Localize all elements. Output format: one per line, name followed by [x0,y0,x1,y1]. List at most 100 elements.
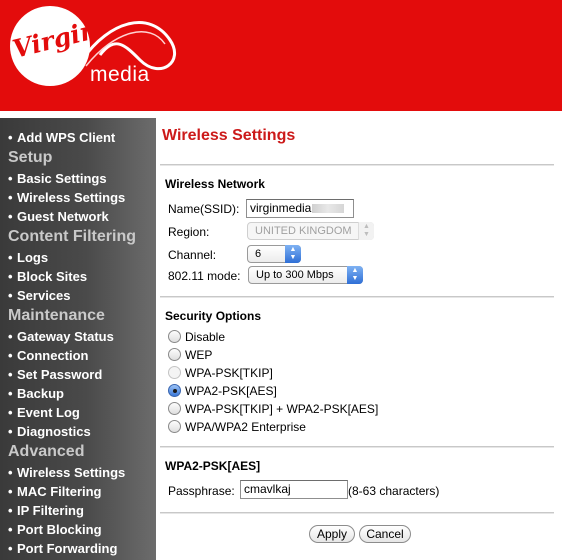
sidebar-item-label: Set Password [17,367,103,382]
bullet-icon: • [8,522,13,537]
sidebar-item-label: Diagnostics [17,424,91,439]
channel-select[interactable]: 6 ▲ ▼ [247,245,301,263]
sidebar-item-label: Services [17,288,71,303]
bullet-icon: • [8,484,13,499]
security-options-heading: Security Options [165,309,262,323]
sidebar-item-label: Basic Settings [17,171,107,186]
sidebar-item-diagnostics[interactable]: • Diagnostics [8,422,164,441]
ssid-value: virginmedia [250,201,312,215]
ssid-label: Name(SSID): [168,202,240,216]
sidebar-item-add-wps-client[interactable]: • Add WPS Client [8,128,164,147]
sidebar-item-guest-network[interactable]: • Guest Network [8,207,164,226]
cancel-button[interactable]: Cancel [359,525,411,543]
sidebar-item-advanced-wireless-settings[interactable]: • Wireless Settings [8,463,164,482]
select-arrows-icon: ▲ ▼ [358,222,374,240]
sidebar-item-port-forwarding[interactable]: • Port Forwarding [8,539,164,558]
sidebar-item-ip-filtering[interactable]: • IP Filtering [8,501,164,520]
radio-button[interactable] [168,348,181,361]
radio-label: WPA-PSK[TKIP] [185,366,273,380]
sidebar-item-backup[interactable]: • Backup [8,384,164,403]
sidebar-section-setup: Setup [8,149,53,166]
passphrase-input[interactable]: cmavlkaj [240,480,348,499]
sidebar-section-advanced: Advanced [8,443,85,460]
sidebar-item-label: Port Blocking [17,522,102,537]
sidebar: • Add WPS Client Setup • Basic Settings • W… [0,118,156,560]
sidebar-item-label: Event Log [17,405,80,420]
select-arrows-icon: ▲ ▼ [285,245,301,263]
bullet-icon: • [8,348,13,363]
bullet-icon: • [8,424,13,439]
sidebar-item-mac-filtering[interactable]: • MAC Filtering [8,482,164,501]
sidebar-item-logs[interactable]: • Logs [8,248,164,267]
wpa2-heading: WPA2-PSK[AES] [165,459,261,473]
header-divider [0,111,562,118]
logo-swoosh-icon [80,21,177,71]
radio-label: Disable [185,330,226,344]
sidebar-item-label: Guest Network [17,209,109,224]
bullet-icon: • [8,367,13,382]
sidebar-item-set-password[interactable]: • Set Password [8,365,164,384]
sidebar-item-label: Block Sites [17,269,88,284]
sidebar-item-block-sites[interactable]: • Block Sites [8,267,164,286]
security-option-wpa2-psk-aes[interactable]: WPA2-PSK[AES] [168,383,277,399]
bullet-icon: • [8,130,13,145]
radio-label: WPA-PSK[TKIP] + WPA2-PSK[AES] [185,402,379,416]
radio-button-selected[interactable] [168,384,181,397]
bullet-icon: • [8,329,13,344]
sidebar-item-wireless-settings[interactable]: • Wireless Settings [8,188,164,207]
radio-label: WPA2-PSK[AES] [185,384,277,398]
region-value: UNITED KINGDOM [255,225,352,237]
sidebar-item-connection[interactable]: • Connection [8,346,164,365]
divider [160,296,554,298]
security-option-enterprise[interactable]: WPA/WPA2 Enterprise [168,419,306,435]
mode-value: Up to 300 Mbps [256,269,334,281]
radio-button[interactable] [168,330,181,343]
sidebar-item-label: Logs [17,250,49,265]
passphrase-label: Passphrase: [168,484,235,498]
security-option-wpa-wpa2-mixed[interactable]: WPA-PSK[TKIP] + WPA2-PSK[AES] [168,401,378,417]
bullet-icon: • [8,503,13,518]
ssid-input[interactable]: virginmedia [246,199,354,218]
sidebar-item-label: Add WPS Client [17,130,116,145]
apply-button[interactable]: Apply [309,525,355,543]
radio-button [168,366,181,379]
radio-label: WEP [185,348,213,362]
sidebar-section-content-filtering: Content Filtering [8,228,136,245]
sidebar-item-basic-settings[interactable]: • Basic Settings [8,169,164,188]
sidebar-item-event-log[interactable]: • Event Log [8,403,164,422]
sidebar-item-label: IP Filtering [17,503,84,518]
mode-select[interactable]: Up to 300 Mbps ▲ ▼ [248,266,363,284]
region-select: UNITED KINGDOM ▲ ▼ [247,222,374,240]
sidebar-item-services[interactable]: • Services [8,286,164,305]
sidebar-item-label: MAC Filtering [17,484,102,499]
page-title: Wireless Settings [162,127,296,144]
sidebar-item-label: Connection [17,348,89,363]
security-option-wep[interactable]: WEP [168,347,212,363]
channel-value: 6 [255,248,262,260]
sidebar-item-label: Gateway Status [17,329,114,344]
redacted-ssid-suffix [312,204,345,214]
region-label: Region: [168,225,210,239]
bullet-icon: • [8,250,13,265]
select-arrows-icon: ▲ ▼ [347,266,363,284]
radio-button[interactable] [168,402,181,415]
security-option-disable[interactable]: Disable [168,329,225,345]
channel-label: Channel: [168,248,217,262]
divider [160,512,554,514]
bullet-icon: • [8,269,13,284]
sidebar-item-label: Backup [17,386,64,401]
sidebar-item-gateway-status[interactable]: • Gateway Status [8,327,164,346]
sidebar-section-maintenance: Maintenance [8,307,105,324]
sidebar-item-port-blocking[interactable]: • Port Blocking [8,520,164,539]
divider [160,446,554,448]
radio-button[interactable] [168,420,181,433]
bullet-icon: • [8,541,13,556]
bullet-icon: • [8,209,13,224]
logo-media-word: media [90,63,150,86]
security-option-wpa-psk-tkip: WPA-PSK[TKIP] [168,365,273,381]
sidebar-item-label: Wireless Settings [17,465,126,480]
wireless-network-heading: Wireless Network [165,177,265,191]
bullet-icon: • [8,465,13,480]
sidebar-item-label: Port Forwarding [17,541,118,556]
passphrase-hint: (8-63 characters) [348,484,440,498]
